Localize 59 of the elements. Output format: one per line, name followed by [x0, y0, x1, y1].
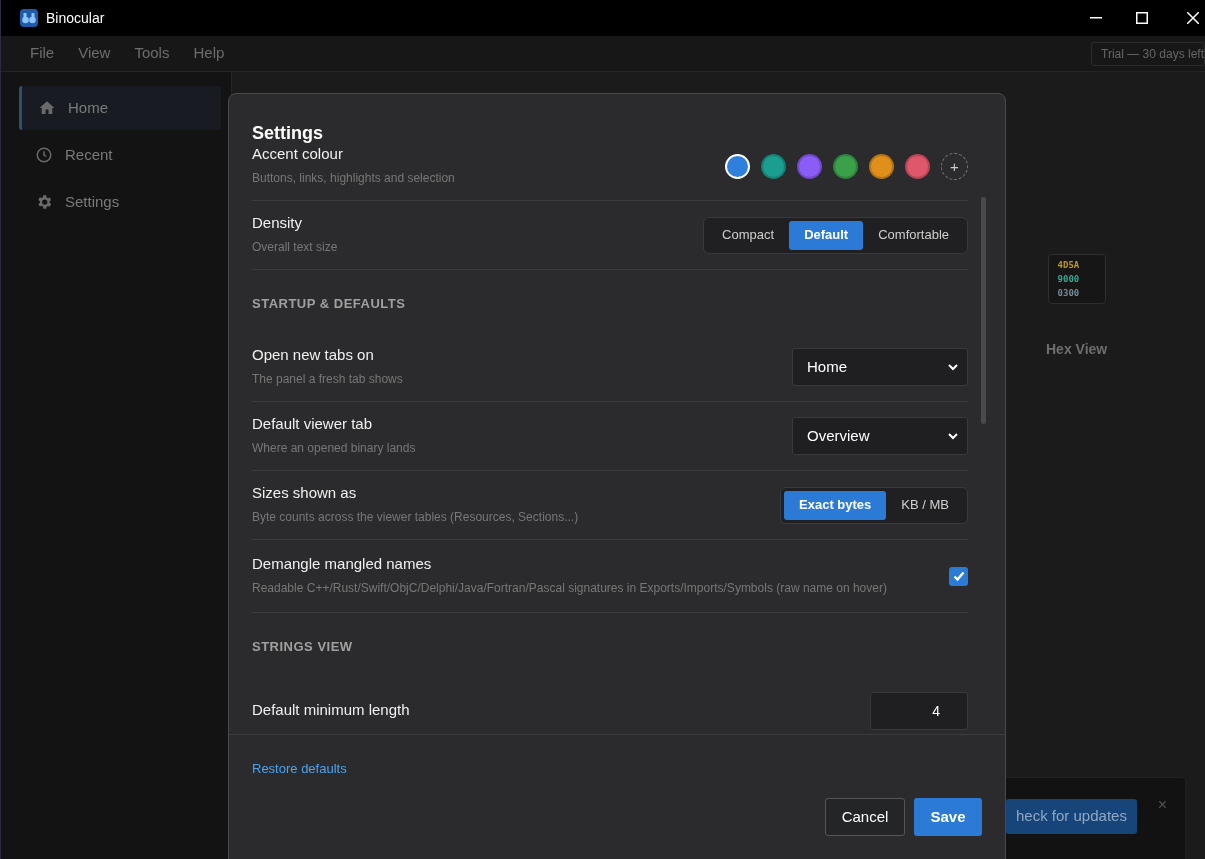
scrollbar-thumb[interactable]	[981, 197, 986, 424]
dialog-title: Settings	[252, 122, 324, 144]
hex-text: 9000	[1057, 273, 1081, 286]
setting-label: Default viewer tab	[252, 414, 374, 434]
minimize-icon	[1090, 17, 1102, 19]
cancel-button[interactable]: Cancel	[825, 798, 905, 836]
setting-description: Byte counts across the viewer tables (Resources, Sections...)	[252, 509, 580, 526]
colour-swatch[interactable]	[869, 153, 894, 179]
colour-swatch[interactable]	[833, 153, 858, 179]
setting-label: Sizes shown as	[252, 483, 358, 503]
colour-swatch[interactable]	[797, 153, 822, 179]
checkmark-icon	[951, 569, 966, 583]
section-heading: STARTUP & DEFAULTS	[252, 296, 406, 311]
setting-label: Default minimum length	[252, 700, 411, 720]
chevron-down-icon	[947, 430, 959, 442]
menu-item[interactable]: File	[21, 42, 64, 65]
dropdown-select[interactable]: Overview	[792, 417, 968, 455]
hex-text: 0300	[1057, 287, 1081, 300]
binoculars-logo-icon	[20, 9, 38, 27]
clock-icon	[35, 146, 53, 164]
menu-item[interactable]: View	[69, 42, 120, 65]
colour-swatch[interactable]	[905, 153, 930, 179]
hex-text: 4D5A	[1057, 259, 1081, 272]
setting-description: Readable C++/Rust/Swift/ObjC/Delphi/Java/Fortran/Pascal signatures in Exports/Imports/Symbols (raw name on hover)	[252, 580, 888, 597]
card-title: Hex View	[1046, 340, 1108, 359]
setting-description: Overall text size	[252, 239, 339, 256]
menu-item[interactable]: Help	[184, 42, 234, 65]
sidebar-item[interactable]: Recent	[19, 133, 221, 177]
toast-close-button[interactable]: ×	[1157, 793, 1167, 817]
segment-option[interactable]: KB / MB	[886, 490, 964, 520]
setting-label: Demangle mangled names	[252, 554, 433, 574]
menu-item[interactable]: Tools	[125, 42, 179, 65]
segment-option[interactable]: Comfortable	[863, 220, 964, 250]
segment-option[interactable]: Default	[789, 220, 864, 250]
maximize-icon	[1136, 12, 1148, 24]
checkbox[interactable]	[949, 566, 968, 586]
sidebar-item[interactable]: Home	[19, 86, 221, 130]
sidebar-item[interactable]: Settings	[19, 180, 221, 224]
chevron-down-icon	[947, 361, 959, 373]
setting-description: The panel a fresh tab shows	[252, 371, 404, 388]
setting-label: Accent colour	[252, 144, 344, 164]
window-title: Binocular	[46, 8, 105, 28]
number-field[interactable]: 4	[870, 692, 968, 730]
colour-swatch[interactable]	[761, 153, 786, 179]
setting-label: Open new tabs on	[252, 345, 375, 365]
segment-option[interactable]: Compact	[707, 220, 790, 250]
close-icon	[1187, 12, 1199, 24]
trial-badge: Trial — 30 days left	[1091, 41, 1205, 66]
restore-defaults-link[interactable]: Restore defaults	[252, 761, 347, 776]
setting-description: Buttons, links, highlights and selection	[252, 170, 456, 187]
section-heading: STRINGS VIEW	[252, 639, 353, 654]
setting-label: Density	[252, 213, 304, 233]
setting-description: Where an opened binary lands	[252, 440, 417, 457]
hex-view-card[interactable]: 4D5A 9000 0300	[1047, 254, 1106, 304]
check-updates-button[interactable]: heck for updates	[1006, 799, 1137, 834]
home-icon	[38, 99, 56, 117]
save-button[interactable]: Save	[914, 798, 982, 836]
dropdown-select[interactable]: Home	[792, 348, 968, 386]
segment-option[interactable]: Exact bytes	[784, 490, 887, 520]
